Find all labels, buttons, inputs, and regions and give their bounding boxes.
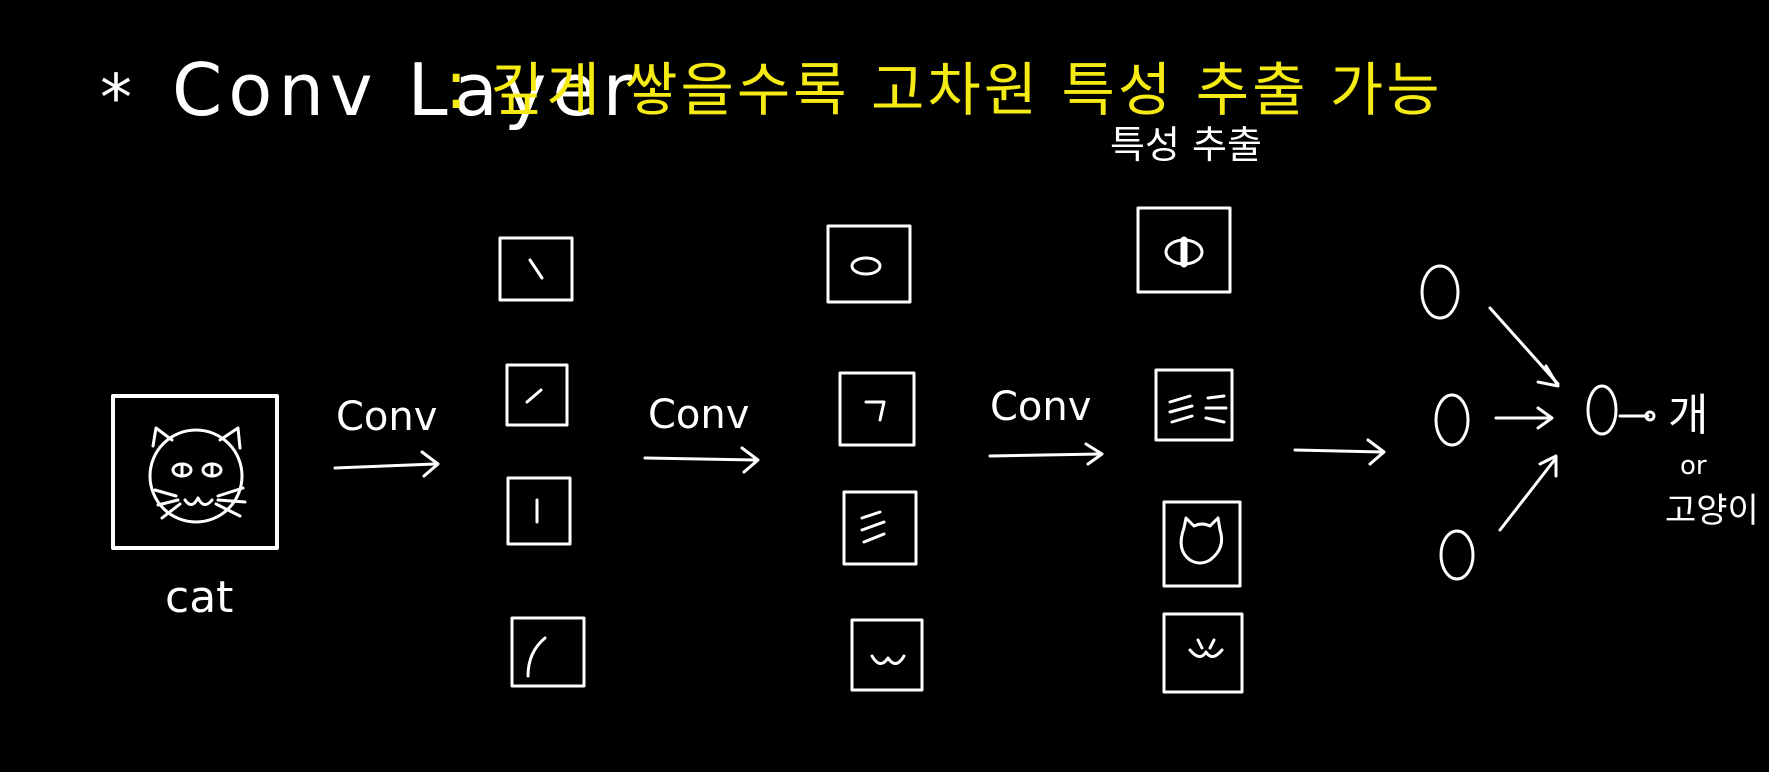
feature-map-ellipse-shape [826,224,912,304]
feature-extraction-note: 특성 추출 [1110,123,1262,167]
feature-map-curve-line [510,616,586,688]
output-node-group: 개 or 고양이 [1586,384,1759,531]
cat-face-icon [148,426,247,524]
feature-map-vertical-line [506,476,572,546]
fc-node-1 [1420,264,1460,320]
feature-map-wave-shape [850,618,924,692]
conv-label-1: Conv [336,394,437,440]
feature-map-eye-part [1136,206,1232,294]
stage-1-feature-maps [498,236,586,688]
fc-layer [1420,264,1560,581]
feature-map-cat-head-part [1162,500,1242,588]
conv-arrow-3: Conv [988,384,1104,466]
feature-map-mouth-part [1162,612,1244,694]
fc-node-2 [1434,393,1470,447]
conv-arrow-2: Conv [643,392,760,474]
output-or: or [1680,451,1707,481]
feature-map-slash-line [505,363,569,427]
input-image: cat [111,394,279,623]
feature-map-corner-shape [838,371,916,447]
output-class-dog: 개 [1668,390,1708,441]
conv-arrow-1: Conv [333,394,440,478]
title-colon: : [445,47,467,124]
feature-map-diagonal-line [498,236,574,302]
input-label: cat [165,572,233,623]
stage-2-feature-maps [826,224,924,692]
feature-map-whiskers-part [1154,368,1234,442]
conv-label-3: Conv [990,384,1091,430]
title-description: 깊게 쌓을수록 고차원 특성 추출 가능 [490,56,1443,124]
diagram-canvas: * Conv Layer : 깊게 쌓을수록 고차원 특성 추출 가능 특성 추… [100,47,1759,694]
input-frame [111,394,279,550]
feature-map-parallel-lines [842,490,918,566]
flatten-arrow [1293,438,1386,466]
fc-node-3 [1439,529,1475,581]
output-class-cat: 고양이 [1665,491,1759,531]
title-bullet: * [100,62,132,136]
output-node [1586,384,1618,436]
conv-label-2: Conv [648,392,749,438]
stage-3-feature-maps [1136,206,1244,694]
